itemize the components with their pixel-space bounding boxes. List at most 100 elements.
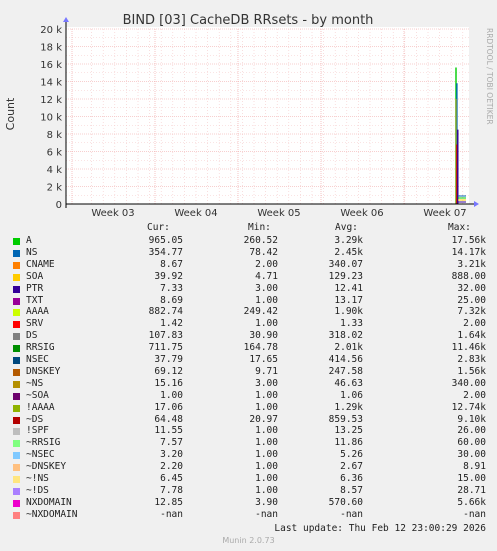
legend-min: 260.52	[243, 235, 278, 246]
legend-max: 888.00	[451, 270, 486, 282]
legend-cur: 107.83	[148, 330, 183, 342]
legend-row: ~DNSKEY 2.20 1.00 2.67 8.91	[0, 461, 497, 473]
legend-cur: 17.06	[154, 401, 183, 413]
legend-max: 7.32k	[457, 306, 486, 318]
legend-min: 1.00	[255, 484, 278, 496]
legend-avg: 340.07	[328, 258, 363, 270]
legend-min: 164.78	[243, 342, 278, 354]
legend-avg: 2.45k	[334, 246, 363, 258]
legend-row: AAAA 882.74 249.42 1.90k 7.32k	[0, 306, 497, 318]
legend-min: 1.00	[255, 389, 278, 401]
legend-cur: 7.78	[160, 484, 183, 496]
legend-max: 32.00	[457, 282, 486, 294]
y-tick-label: 20 k	[40, 25, 62, 36]
legend-max: 1.56k	[457, 365, 486, 377]
y-tick-label: 12 k	[40, 95, 62, 106]
legend-avg: 1.29k	[334, 401, 363, 413]
x-ticks: Week 03 Week 04 Week 05 Week 06 Week 07	[91, 208, 466, 219]
legend-avg: 414.56	[328, 354, 363, 365]
legend-row: TXT 8.69 1.00 13.17 25.00	[0, 295, 497, 307]
legend-cur: 1.00	[160, 389, 183, 401]
legend-avg: 6.36	[340, 473, 363, 484]
legend-avg: -nan	[340, 508, 363, 520]
legend-avg: 13.25	[334, 425, 363, 437]
legend-row: A 965.05 260.52 3.29k 17.56k	[0, 235, 497, 247]
legend-min: 9.71	[255, 365, 278, 377]
legend-cur: 3.20	[160, 449, 183, 461]
legend-swatch	[13, 380, 20, 388]
legend-name: CNAME	[26, 258, 55, 270]
legend-min: 30.90	[249, 330, 278, 342]
legend-max: 12.74k	[451, 401, 486, 413]
legend-row: DS 107.83 30.90 318.02 1.64k	[0, 330, 497, 342]
legend-max: 28.71	[457, 484, 486, 496]
y-tick-label: 8 k	[47, 130, 63, 141]
legend-cur: 2.20	[160, 461, 183, 473]
y-tick-label: 14 k	[40, 78, 62, 89]
legend-swatch	[13, 416, 20, 424]
y-tick-label: 6 k	[47, 148, 63, 159]
legend-min: 1.00	[255, 473, 278, 484]
legend-cur: 354.77	[148, 246, 183, 258]
legend-row: ~SOA 1.00 1.00 1.06 2.00	[0, 390, 497, 402]
legend-avg: 247.58	[328, 365, 363, 377]
legend-row: ~NXDOMAIN -nan -nan -nan -nan	[0, 509, 497, 521]
legend-max: 8.91	[463, 461, 486, 473]
legend-avg: 13.17	[334, 294, 363, 306]
legend-avg: 570.60	[328, 496, 363, 508]
legend-avg: 1.06	[340, 389, 363, 401]
legend-row: ~NSEC 3.20 1.00 5.26 30.00	[0, 449, 497, 461]
legend-min: 3.00	[255, 282, 278, 294]
legend-name: NSEC	[26, 354, 49, 365]
legend-max: 30.00	[457, 449, 486, 461]
y-tick-label: 10 k	[40, 113, 62, 124]
legend-name: ~RRSIG	[26, 437, 61, 449]
legend-avg: 5.26	[340, 449, 363, 461]
legend-avg: 2.67	[340, 461, 363, 473]
x-tick-label: Week 06	[340, 208, 383, 219]
legend-avg: 318.02	[328, 330, 363, 342]
legend-cur: 69.12	[154, 365, 183, 377]
legend-cur: 882.74	[148, 306, 183, 318]
legend-max: 340.00	[451, 377, 486, 389]
legend-cur: 39.92	[154, 270, 183, 282]
legend-cur: 12.85	[154, 496, 183, 508]
legend-max: 2.00	[463, 389, 486, 401]
legend-swatch	[13, 273, 20, 281]
legend-name: ~DS	[26, 413, 44, 425]
legend-row: PTR 7.33 3.00 12.41 32.00	[0, 283, 497, 295]
legend-min: 1.00	[255, 425, 278, 437]
legend-name: NS	[26, 246, 38, 258]
legend-name: PTR	[26, 282, 44, 294]
legend-cur: 965.05	[148, 235, 183, 246]
legend-row: ~!NS 6.45 1.00 6.36 15.00	[0, 473, 497, 485]
y-axis-label: Count	[4, 97, 17, 130]
legend-header-max: Max:	[448, 222, 471, 233]
legend-min: 1.00	[255, 401, 278, 413]
legend-name: ~NXDOMAIN	[26, 508, 78, 520]
legend-min: 1.00	[255, 318, 278, 330]
legend-cur: 8.67	[160, 258, 183, 270]
legend-swatch	[13, 238, 20, 245]
legend-swatch	[13, 499, 20, 507]
legend-header-min: Min:	[248, 222, 271, 233]
legend-name: ~DNSKEY	[26, 461, 67, 473]
x-tick-label: Week 03	[91, 208, 134, 219]
legend-name: AAAA	[26, 306, 49, 318]
y-axis-arrow	[63, 17, 69, 22]
legend-name: ~NSEC	[26, 449, 55, 461]
legend-swatch	[13, 309, 20, 317]
legend-min: 1.00	[255, 294, 278, 306]
legend-swatch	[13, 476, 20, 483]
x-axis-arrow	[474, 201, 479, 207]
legend-row: !AAAA 17.06 1.00 1.29k 12.74k	[0, 402, 497, 414]
last-update: Last update: Thu Feb 12 23:00:29 2026	[274, 523, 486, 534]
legend-row: ~!DS 7.78 1.00 8.57 28.71	[0, 485, 497, 497]
legend-avg: 8.57	[340, 484, 363, 496]
legend-row: RRSIG 711.75 164.78 2.01k 11.46k	[0, 342, 497, 354]
legend-avg: 1.90k	[334, 306, 363, 318]
legend-swatch	[13, 297, 20, 305]
legend-swatch	[13, 261, 20, 269]
legend-row: ~RRSIG 7.57 1.00 11.86 60.00	[0, 437, 497, 449]
legend-max: 1.64k	[457, 330, 486, 342]
